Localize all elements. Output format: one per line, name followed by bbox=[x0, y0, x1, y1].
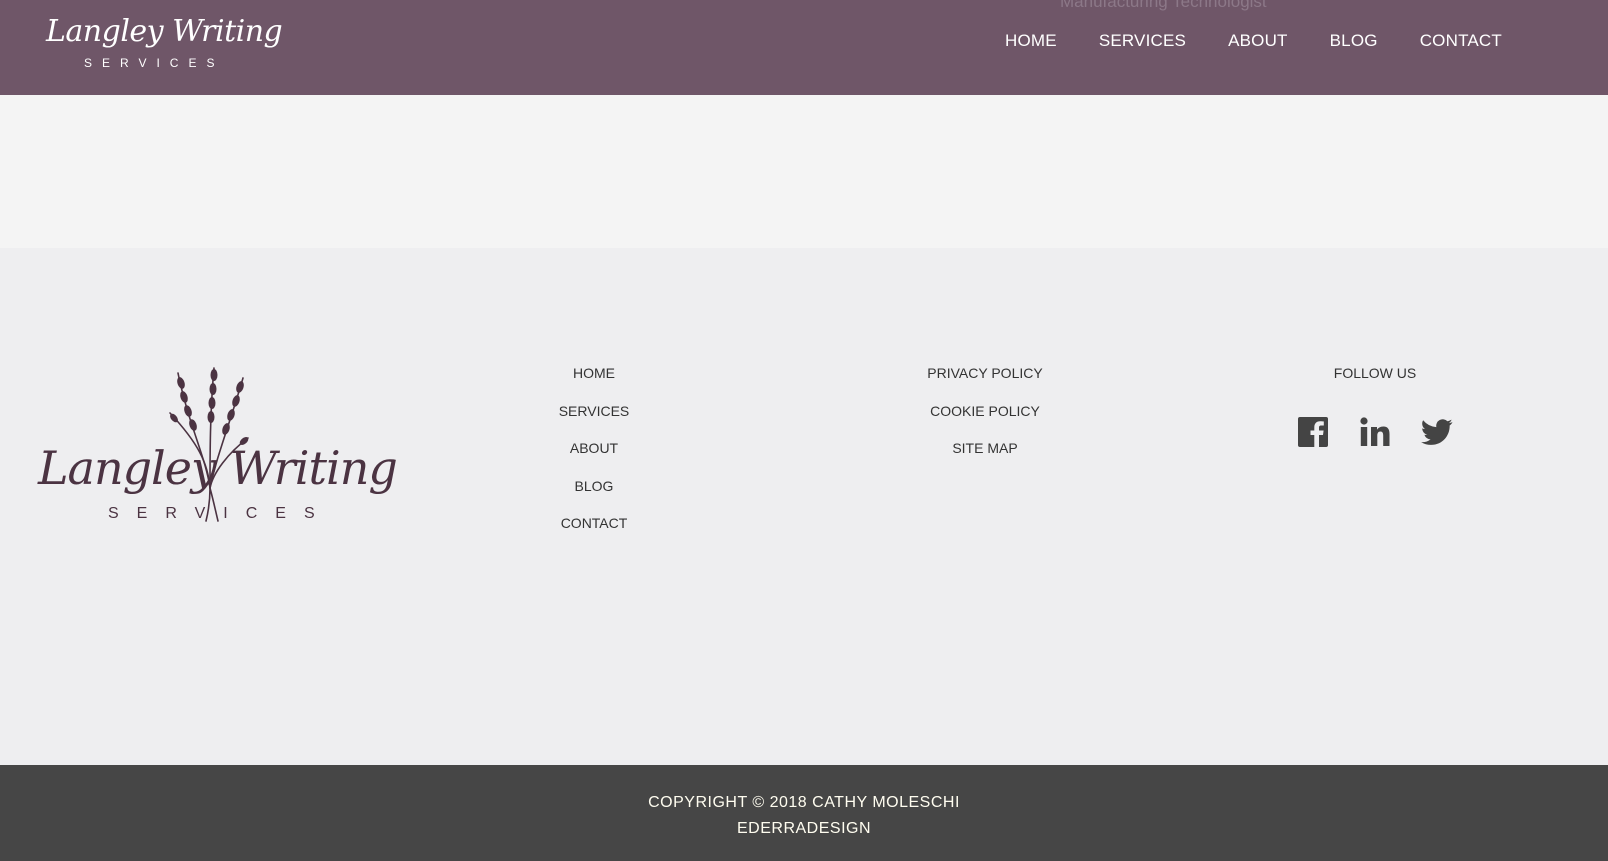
linkedin-icon[interactable] bbox=[1359, 416, 1391, 448]
footer-link-privacy-policy[interactable]: PRIVACY POLICY bbox=[885, 364, 1085, 402]
header-logo-subtitle: SERVICES bbox=[84, 56, 225, 70]
footer-link-about[interactable]: ABOUT bbox=[494, 439, 694, 477]
footer-link-blog[interactable]: BLOG bbox=[494, 477, 694, 515]
follow-us-heading: FOLLOW US bbox=[1333, 365, 1417, 381]
designer-credit[interactable]: EDERRADESIGN bbox=[0, 816, 1608, 842]
nav-blog[interactable]: BLOG bbox=[1330, 31, 1378, 51]
site-footer: Langley Writing SERVICES HOME SERVICES A… bbox=[0, 248, 1608, 765]
copyright-bar: COPYRIGHT © 2018 CATHY MOLESCHI EDERRADE… bbox=[0, 765, 1608, 861]
content-band bbox=[0, 95, 1608, 248]
header-logo-script: Langley Writing bbox=[46, 14, 283, 49]
main-nav: HOME SERVICES ABOUT BLOG CONTACT bbox=[1005, 31, 1502, 51]
footer-logo-subtitle: SERVICES bbox=[108, 505, 333, 522]
header-logo[interactable]: Langley Writing SERVICES bbox=[44, 14, 283, 74]
footer-link-cookie-policy[interactable]: COOKIE POLICY bbox=[885, 402, 1085, 440]
nav-about[interactable]: ABOUT bbox=[1228, 31, 1288, 51]
footer-legal-links: PRIVACY POLICY COOKIE POLICY SITE MAP bbox=[885, 364, 1085, 477]
footer-link-contact[interactable]: CONTACT bbox=[494, 514, 694, 552]
partially-hidden-text: Manufacturing Technologist bbox=[1060, 0, 1267, 11]
footer-link-home[interactable]: HOME bbox=[494, 364, 694, 402]
copyright-text: COPYRIGHT © 2018 CATHY MOLESCHI bbox=[648, 794, 960, 811]
site-header: Manufacturing Technologist Langley Writi… bbox=[0, 0, 1608, 95]
nav-home[interactable]: HOME bbox=[1005, 31, 1057, 51]
footer-link-site-map[interactable]: SITE MAP bbox=[885, 439, 1085, 477]
footer-logo[interactable]: Langley Writing SERVICES bbox=[38, 363, 398, 533]
social-icons bbox=[1275, 416, 1475, 448]
nav-services[interactable]: SERVICES bbox=[1099, 31, 1186, 51]
footer-social: FOLLOW US bbox=[1275, 364, 1475, 448]
footer-link-services[interactable]: SERVICES bbox=[494, 402, 694, 440]
facebook-icon[interactable] bbox=[1297, 416, 1329, 448]
footer-logo-script: Langley Writing bbox=[38, 441, 398, 495]
nav-contact[interactable]: CONTACT bbox=[1420, 31, 1502, 51]
footer-nav-links: HOME SERVICES ABOUT BLOG CONTACT bbox=[494, 364, 694, 552]
twitter-icon[interactable] bbox=[1421, 416, 1453, 448]
